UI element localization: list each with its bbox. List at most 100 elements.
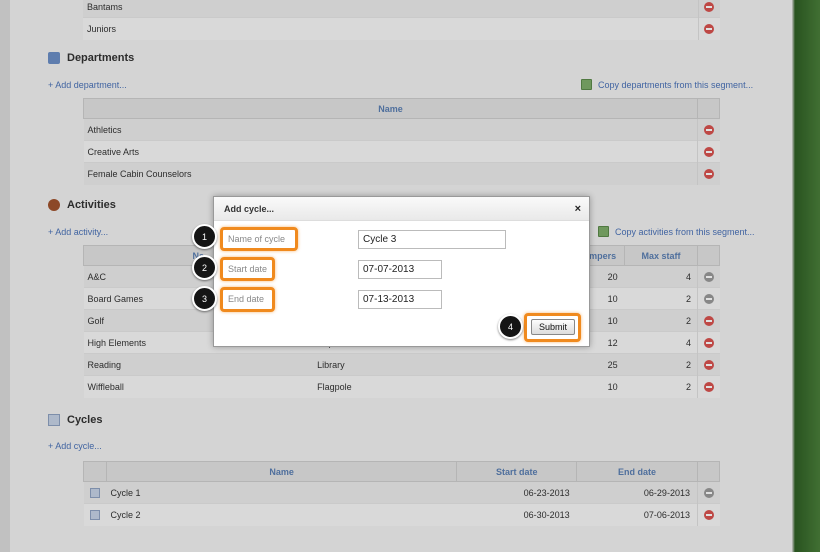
cycles-table: Name Start date End date Cycle 1 06-23-2… [83,461,721,526]
dialog-header: Add cycle... × [214,197,589,221]
column-header-icon [83,461,107,482]
cycle-name[interactable]: Cycle 2 [106,503,457,526]
delete-icon [703,359,714,370]
delete-icon [703,315,714,326]
row-name: Bantams [83,0,698,18]
activity-name[interactable]: Wiffleball [83,375,314,398]
delete-icon [703,124,714,135]
people-icon [48,52,60,64]
table-row: Creative Arts [83,140,720,163]
delete-button[interactable] [696,331,720,354]
football-icon [48,199,60,211]
delete-button[interactable] [697,140,720,163]
delete-icon [704,24,715,35]
delete-button[interactable] [696,353,720,376]
step-badge-3: 3 [192,286,217,311]
activities-heading: Activities [48,199,116,211]
copy-icon [598,226,609,237]
row-name: Juniors [83,17,698,40]
column-header-end-date[interactable]: End date [576,461,698,482]
delete-button[interactable] [696,481,720,504]
delete-icon [703,293,714,304]
table-row: Cycle 1 06-23-2013 06-29-2013 [83,481,720,504]
close-icon[interactable]: × [575,203,581,215]
table-row: Female Cabin Counselors [83,162,720,185]
activity-max-staff: 2 [624,309,698,332]
delete-button[interactable] [696,265,720,288]
delete-button[interactable] [697,118,720,141]
activity-max-staff: 4 [624,331,698,354]
cycle-start-date: 06-30-2013 [456,503,577,526]
column-header-actions [697,98,720,119]
activity-max-staff: 4 [624,265,698,288]
add-cycle-link[interactable]: + Add cycle... [48,441,102,451]
end-date-input[interactable] [358,290,442,309]
cycle-end-date: 06-29-2013 [576,481,698,504]
calendar-icon [89,487,100,498]
activity-campers: 10 [544,375,625,398]
cycle-start-date: 06-23-2013 [456,481,577,504]
table-row: Wiffleball Flagpole 10 2 [83,375,720,398]
delete-icon [703,146,714,157]
activity-max-staff: 2 [624,353,698,376]
delete-button[interactable] [696,375,720,398]
cycle-name[interactable]: Cycle 1 [106,481,457,504]
column-header-max-staff[interactable]: Max staff [624,245,698,266]
activities-title: Activities [67,199,116,211]
department-name[interactable]: Female Cabin Counselors [83,162,698,185]
delete-icon [703,271,714,282]
activity-max-staff: 2 [624,375,698,398]
table-row: Reading Library 25 2 [83,353,720,376]
activity-location: Flagpole [313,375,545,398]
column-header-actions [696,245,721,266]
delete-icon [703,337,714,348]
delete-button[interactable] [696,309,720,332]
delete-icon [703,382,714,393]
delete-button[interactable] [697,162,720,185]
delete-button[interactable] [697,0,720,18]
dialog-title: Add cycle... [224,203,275,214]
cycle-end-date: 07-06-2013 [576,503,698,526]
cycles-title: Cycles [67,414,103,426]
copy-departments-label: Copy departments from this segment... [598,79,754,90]
calendar-icon [48,414,60,426]
table-row: Athletics [83,118,720,141]
activity-name[interactable]: Reading [83,353,314,376]
step-badge-1: 1 [192,224,217,249]
delete-icon [704,1,715,12]
cycle-name-input[interactable] [358,230,506,249]
cycles-heading: Cycles [48,414,102,426]
column-header-start-date[interactable]: Start date [456,461,578,482]
cycle-icon-cell [83,481,107,504]
start-date-input[interactable] [358,260,442,279]
step-badge-2: 2 [192,255,217,280]
column-header-actions [696,461,721,482]
cycle-icon-cell [83,503,107,526]
submit-button[interactable]: Submit [531,319,575,335]
delete-button[interactable] [697,17,720,40]
add-cycle-dialog: Add cycle... × Name of cycle Start date … [213,196,590,347]
delete-button[interactable] [696,287,720,310]
column-header-name[interactable]: Name [105,461,458,482]
copy-activities-link[interactable]: Copy activities from this segment... [598,226,755,237]
column-header-name[interactable]: Name [83,98,698,119]
add-department-link[interactable]: + Add department... [48,80,127,90]
department-name[interactable]: Creative Arts [83,140,698,163]
groups-table: Bantams Juniors [83,0,720,40]
delete-icon [703,169,714,180]
start-date-label: Start date [228,264,268,274]
copy-departments-link[interactable]: Copy departments from this segment... [581,79,753,90]
step-badge-4: 4 [498,314,523,339]
add-activity-link[interactable]: + Add activity... [48,227,108,237]
calendar-icon [89,510,100,521]
department-name[interactable]: Athletics [83,118,698,141]
activity-max-staff: 2 [624,287,698,310]
departments-title: Departments [67,52,135,64]
delete-button[interactable] [696,503,720,526]
table-row: Juniors [83,17,720,40]
copy-icon [581,79,592,90]
activity-location: Library [313,353,545,376]
table-row: Cycle 2 06-30-2013 07-06-2013 [83,503,720,526]
name-of-cycle-label: Name of cycle [228,234,286,244]
delete-icon [703,487,714,498]
